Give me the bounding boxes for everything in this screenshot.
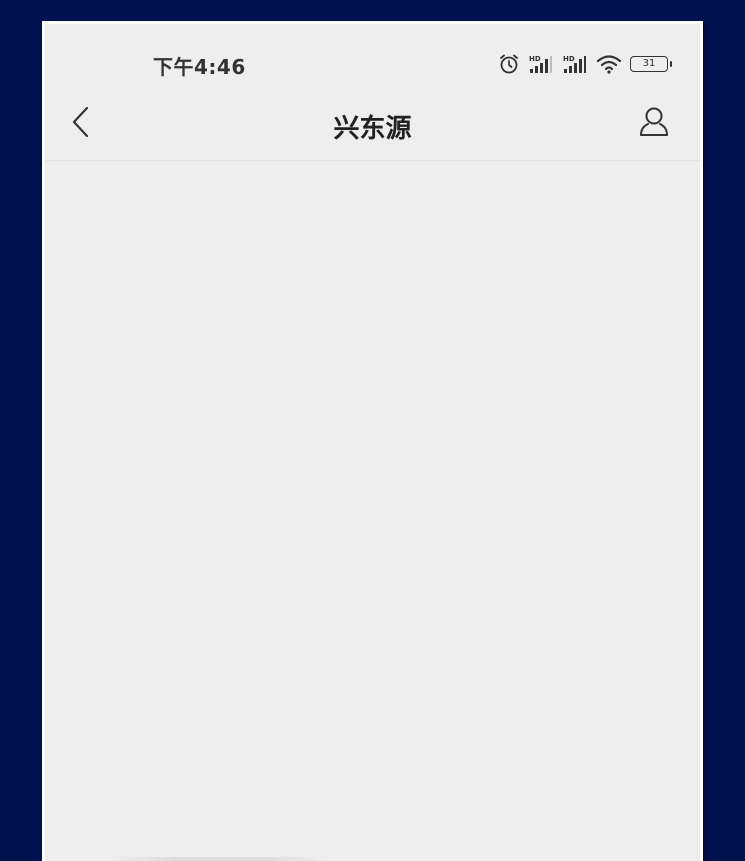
status-bar: 下午4:46 HD HD 31 [45, 24, 700, 98]
device-frame: 下午4:46 HD HD 31 兴东源 [42, 21, 703, 861]
hd-signal-icon: HD [528, 53, 554, 75]
nav-bar: 兴东源 [45, 98, 700, 161]
status-icons: HD HD 31 [498, 52, 672, 76]
svg-text:HD: HD [563, 55, 575, 63]
svg-text:HD: HD [529, 55, 541, 63]
alarm-icon [498, 53, 520, 75]
hd-signal-icon: HD [562, 53, 588, 75]
phone-screen: 下午4:46 HD HD 31 兴东源 [45, 24, 700, 861]
wifi-icon [596, 53, 622, 75]
battery-icon: 31 [630, 56, 672, 72]
user-icon [637, 105, 671, 143]
content-area [45, 161, 700, 861]
page-title: 兴东源 [333, 114, 412, 144]
battery-level: 31 [642, 58, 656, 69]
bottom-shadow [109, 857, 329, 861]
status-time: 下午4:46 [153, 55, 246, 79]
profile-button[interactable] [634, 104, 674, 144]
